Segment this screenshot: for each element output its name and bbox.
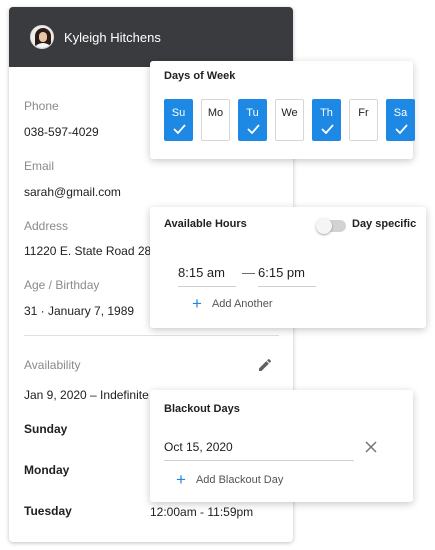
available-hours-panel: Available Hours Day specific 8:15 am — 6… xyxy=(150,207,426,328)
day-toggle-fr[interactable]: Fr xyxy=(349,99,378,141)
availability-range: Jan 9, 2020 – Indefinite xyxy=(24,388,149,402)
age-value: 31 · January 7, 1989 xyxy=(24,304,135,318)
day-toggle-label: Th xyxy=(320,107,333,119)
avatar[interactable] xyxy=(30,25,54,49)
check-icon xyxy=(321,124,334,134)
day-toggle-we[interactable]: We xyxy=(275,99,304,141)
pencil-icon[interactable] xyxy=(257,357,273,373)
blackout-date-field[interactable]: Oct 15, 2020 xyxy=(164,440,354,461)
app-stage: Kyleigh Hitchens Phone 038-597-4029 Emai… xyxy=(0,0,435,550)
days-of-week-title: Days of Week xyxy=(164,70,236,82)
add-blackout-day-button[interactable]: + Add Blackout Day xyxy=(176,471,283,488)
day-specific-label: Day specific xyxy=(352,218,417,230)
profile-header: Kyleigh Hitchens xyxy=(9,7,293,67)
phone-value: 038-597-4029 xyxy=(24,125,99,139)
address-value: 11220 E. State Road 28 xyxy=(24,244,152,258)
tuesday-hours: 12:00am - 11:59pm xyxy=(150,505,254,519)
add-another-label: Add Another xyxy=(211,297,273,310)
day-toggle-label: Tu xyxy=(246,107,259,119)
availability-label: Availability xyxy=(24,358,81,372)
day-tuesday: Tuesday xyxy=(24,504,72,518)
blackout-days-title: Blackout Days xyxy=(164,403,240,415)
blackout-days-panel: Blackout Days Oct 15, 2020 + Add Blackou… xyxy=(150,390,413,502)
email-label: Email xyxy=(24,159,55,173)
phone-label: Phone xyxy=(24,99,59,113)
day-toggle-th[interactable]: Th xyxy=(312,99,341,141)
day-toggle-su[interactable]: Su xyxy=(164,99,193,141)
toggle-knob[interactable] xyxy=(316,218,332,234)
plus-icon: + xyxy=(176,470,186,489)
start-time-field[interactable]: 8:15 am xyxy=(178,265,236,287)
check-icon xyxy=(173,124,186,134)
day-specific-toggle[interactable] xyxy=(316,218,346,234)
day-toggle-sa[interactable]: Sa xyxy=(386,99,415,141)
add-blackout-day-label: Add Blackout Day xyxy=(195,473,284,486)
day-toggle-tu[interactable]: Tu xyxy=(238,99,267,141)
time-separator: — xyxy=(242,265,255,280)
day-toggle-label: We xyxy=(281,107,298,119)
add-another-button[interactable]: + Add Another xyxy=(192,295,273,312)
plus-icon: + xyxy=(192,294,202,313)
check-icon xyxy=(395,124,408,134)
close-icon[interactable] xyxy=(365,441,377,453)
days-of-week-panel: Days of Week Su Mo Tu We Th Fr Sa xyxy=(150,61,415,159)
day-toggle-label: Fr xyxy=(358,107,369,119)
day-toggle-label: Mo xyxy=(207,107,224,119)
end-time-field[interactable]: 6:15 pm xyxy=(258,265,316,287)
day-toggle-mo[interactable]: Mo xyxy=(201,99,230,141)
check-icon xyxy=(247,124,260,134)
address-label: Address xyxy=(24,219,69,233)
day-toggle-label: Sa xyxy=(393,107,408,119)
available-hours-title: Available Hours xyxy=(164,218,247,230)
age-label: Age / Birthday xyxy=(24,278,100,292)
day-toggle-label: Su xyxy=(171,107,186,119)
day-sunday: Sunday xyxy=(24,422,68,436)
profile-name: Kyleigh Hitchens xyxy=(64,29,161,45)
email-value: sarah@gmail.com xyxy=(24,185,121,199)
section-divider xyxy=(24,335,279,336)
day-monday: Monday xyxy=(24,463,70,477)
